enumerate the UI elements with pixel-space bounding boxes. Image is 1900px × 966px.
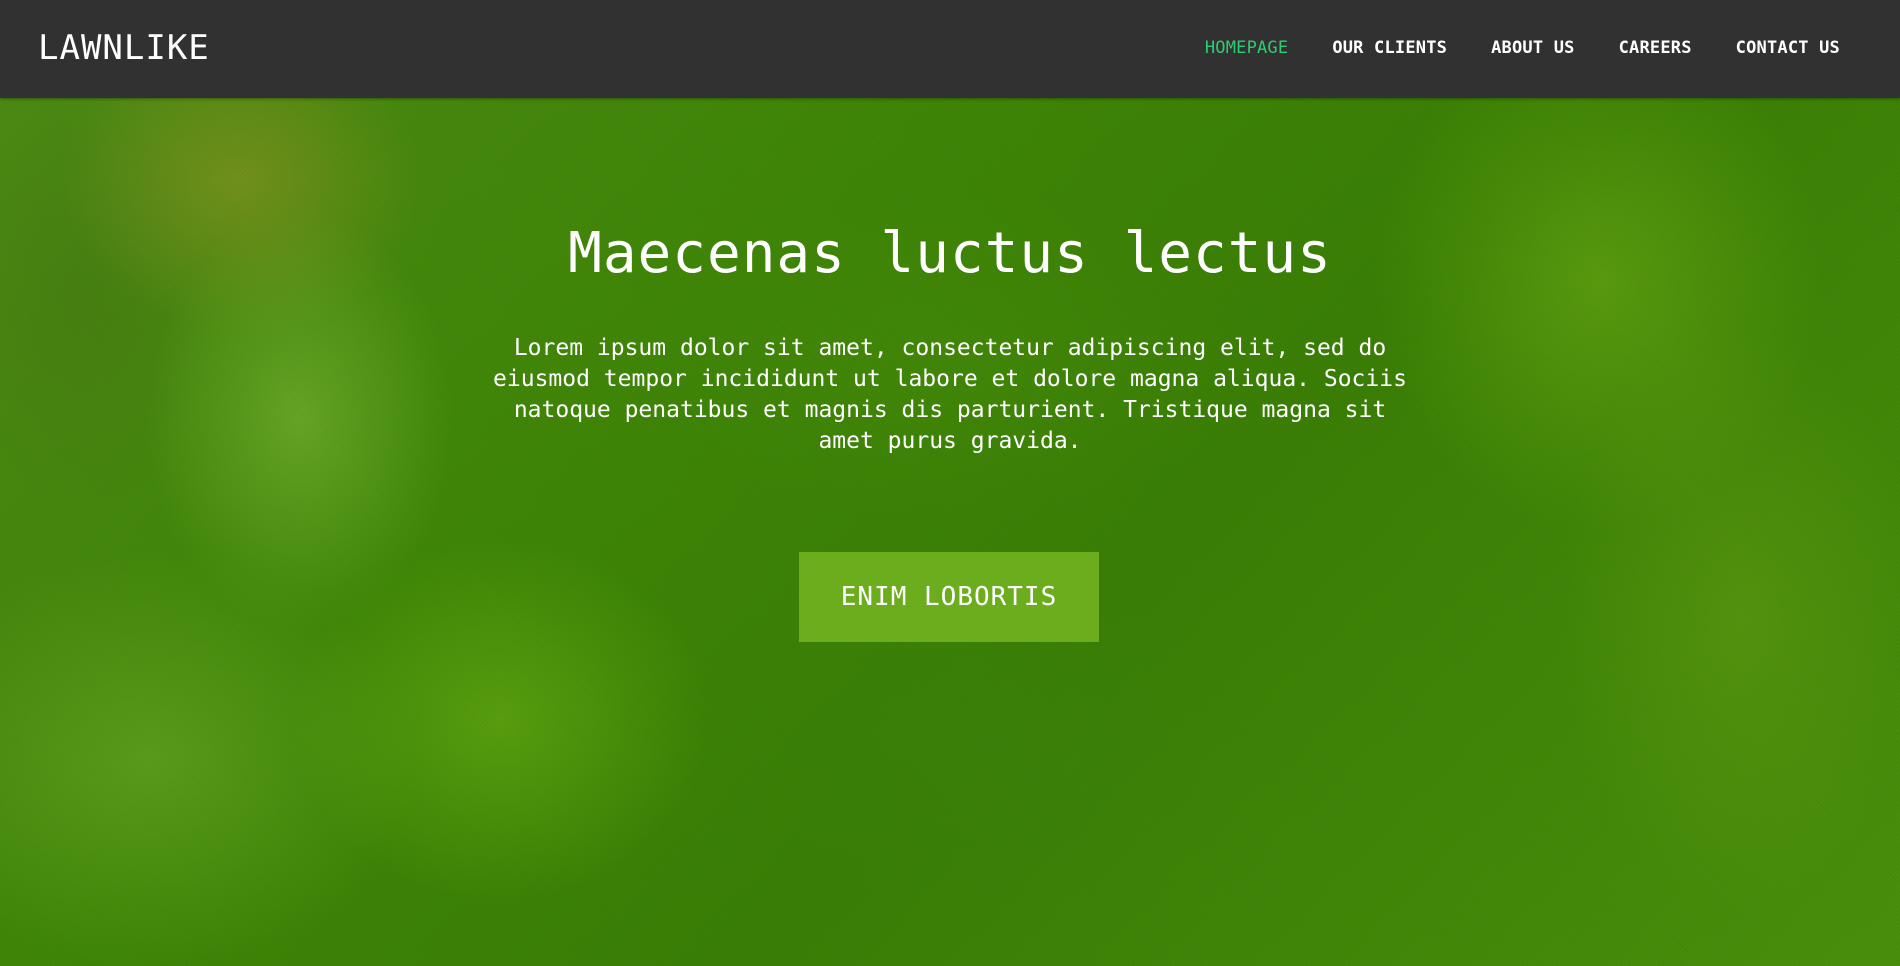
main-nav: HOMEPAGE OUR CLIENTS ABOUT US CAREERS CO… [1205, 36, 1840, 60]
nav-link-careers[interactable]: CAREERS [1619, 36, 1692, 60]
nav-link-about-us[interactable]: ABOUT US [1491, 36, 1574, 60]
hero-description: Lorem ipsum dolor sit amet, consectetur … [493, 335, 1407, 454]
nav-link-homepage[interactable]: HOMEPAGE [1205, 36, 1288, 60]
top-navbar: LAWNLIKE HOMEPAGE OUR CLIENTS ABOUT US C… [0, 0, 1900, 98]
page: LAWNLIKE HOMEPAGE OUR CLIENTS ABOUT US C… [0, 0, 1900, 966]
nav-link-contact-us[interactable]: CONTACT US [1736, 36, 1840, 60]
brand-logo[interactable]: LAWNLIKE [38, 27, 210, 69]
hero-title: Maecenas luctus lectus [568, 221, 1332, 286]
hero-cta-button[interactable]: ENIM LOBORTIS [799, 552, 1099, 642]
hero-texture-overlay [0, 0, 1900, 966]
nav-link-our-clients[interactable]: OUR CLIENTS [1332, 36, 1447, 60]
